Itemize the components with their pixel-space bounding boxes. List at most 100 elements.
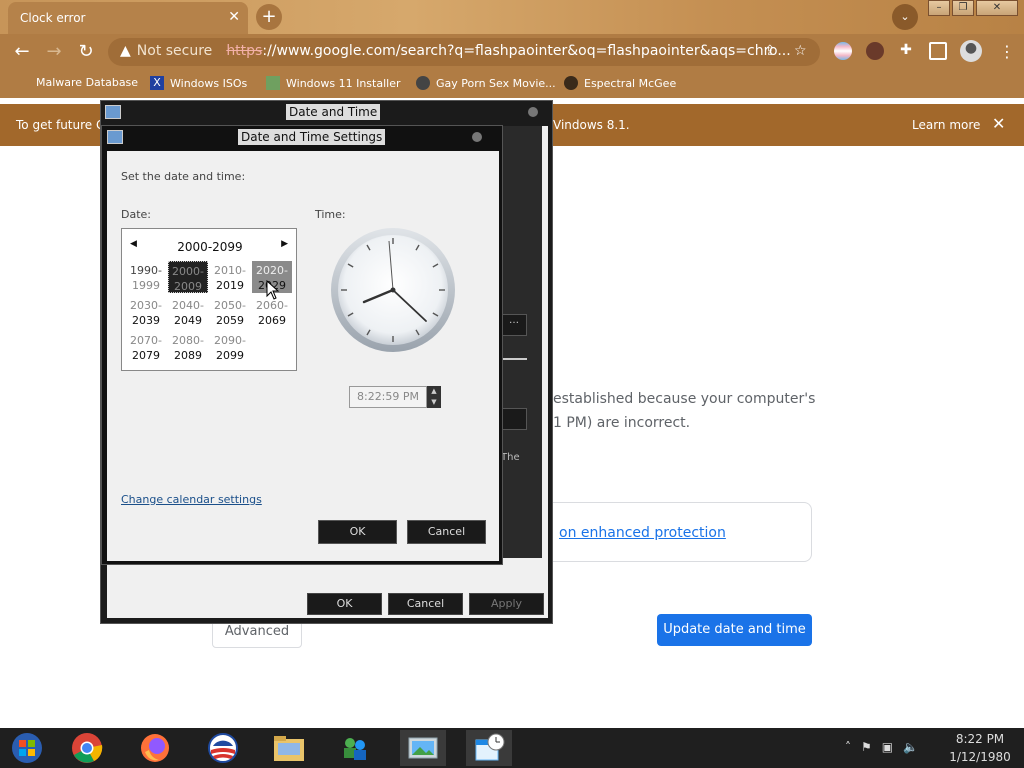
- action-center-flag-icon[interactable]: ⚑: [861, 740, 872, 754]
- show-hidden-icons-chevron-icon[interactable]: ˄: [845, 740, 851, 754]
- decade-end: 2069: [258, 314, 286, 327]
- reload-icon[interactable]: ↻: [74, 40, 98, 64]
- change-calendar-settings-link[interactable]: Change calendar settings: [121, 493, 262, 506]
- learn-more-link[interactable]: Learn more: [912, 118, 980, 132]
- outer-cancel-button[interactable]: Cancel: [388, 593, 463, 615]
- taskbar-date[interactable]: 1/12/1980: [944, 750, 1016, 764]
- decade-cell[interactable]: 2040- 2049: [168, 296, 208, 328]
- decade-start: 2060-: [256, 299, 288, 312]
- calendar-clock-icon[interactable]: [466, 730, 512, 766]
- date-time-settings-dialog: Date and Time Settings Set the date and …: [101, 125, 503, 565]
- volume-icon[interactable]: 🔈: [903, 740, 918, 754]
- browser-toolbar: ← → ↻ ▲ Not secure https://www.google.com/…: [0, 34, 1024, 70]
- network-people-icon[interactable]: [332, 730, 378, 766]
- error-text-line2: 1 PM) are incorrect.: [553, 415, 691, 431]
- profile-avatar-icon[interactable]: ●: [960, 40, 982, 62]
- file-explorer-icon[interactable]: [266, 730, 312, 766]
- decade-cell[interactable]: 2000- 2009: [168, 261, 208, 293]
- infobar-text: To get future G: [16, 118, 106, 132]
- time-input[interactable]: 8:22:59 PM: [349, 386, 427, 408]
- bookmark-espectral-mcgee[interactable]: Espectral McGee: [564, 76, 676, 90]
- decade-start: 1990-: [130, 264, 162, 277]
- decade-start: 2000-: [172, 265, 204, 278]
- minimize-button[interactable]: –: [928, 0, 950, 16]
- outer-apply-button[interactable]: Apply: [469, 593, 544, 615]
- error-text-line1: established because your computer's: [553, 391, 816, 407]
- ok-button[interactable]: OK: [318, 520, 397, 544]
- system-tray: ˄ ⚑ ▣ 🔈: [845, 740, 918, 754]
- chrome-icon[interactable]: [64, 730, 110, 766]
- decade-end: 2019: [216, 279, 244, 292]
- decade-cell[interactable]: 2090- 2099: [210, 331, 250, 363]
- extensions-puzzle-icon[interactable]: ✚: [897, 42, 915, 60]
- warning-icon[interactable]: ▲: [120, 43, 131, 59]
- decade-cell[interactable]: 2030- 2039: [126, 296, 166, 328]
- decade-end: 2009: [174, 280, 202, 293]
- tab-close-icon[interactable]: ✕: [228, 9, 240, 25]
- bookmarks-bar: Malware Database X Windows ISOs Windows 1…: [0, 70, 1024, 98]
- forward-icon[interactable]: →: [42, 40, 66, 64]
- bookmark-label: Windows ISOs: [170, 76, 248, 90]
- side-panel-icon[interactable]: [929, 42, 947, 60]
- not-secure-label[interactable]: Not secure: [137, 43, 213, 59]
- back-icon[interactable]: ←: [10, 40, 34, 64]
- obama-logo-icon[interactable]: [200, 730, 246, 766]
- update-date-time-button[interactable]: Update date and time: [657, 614, 812, 646]
- dialog-close-icon[interactable]: [472, 132, 482, 142]
- bookmark-gay-porn[interactable]: Gay Porn Sex Movie...: [416, 76, 556, 90]
- change-button-partial[interactable]: …: [501, 314, 527, 336]
- url-scheme: https: [226, 43, 263, 59]
- decade-end: 2089: [174, 349, 202, 362]
- trans-flag-extension-icon[interactable]: [834, 42, 852, 60]
- dialog-close-icon[interactable]: [528, 107, 538, 117]
- next-arrow-icon[interactable]: ▶: [281, 239, 288, 249]
- divider: [501, 358, 527, 360]
- tab-title: Clock error: [20, 11, 86, 25]
- dialog-title: Date and Time: [286, 104, 381, 120]
- profile-extension-icon[interactable]: [866, 42, 884, 60]
- decade-start: 2010-: [214, 264, 246, 277]
- calendar-header[interactable]: 2000-2099: [122, 240, 298, 254]
- time-spin-down-icon[interactable]: ▼: [427, 397, 441, 408]
- decade-cell[interactable]: 1990- 1999: [126, 261, 166, 293]
- decade-start: 2070-: [130, 334, 162, 347]
- dialog-text-fragment: The: [501, 452, 520, 463]
- bookmark-windows-11-installer[interactable]: Windows 11 Installer: [266, 76, 401, 90]
- outer-ok-button[interactable]: OK: [307, 593, 382, 615]
- decade-cell[interactable]: 2080- 2089: [168, 331, 208, 363]
- image-viewer-icon[interactable]: [400, 730, 446, 766]
- url-rest: ://www.google.com/search?q=flashpaointer…: [262, 43, 791, 59]
- decade-end: 2059: [216, 314, 244, 327]
- cancel-button[interactable]: Cancel: [407, 520, 486, 544]
- firefox-icon[interactable]: [132, 730, 178, 766]
- restore-button[interactable]: ❐: [952, 0, 974, 16]
- decade-start: 2080-: [172, 334, 204, 347]
- timezone-button-partial[interactable]: [501, 408, 527, 430]
- image-icon: [266, 76, 280, 90]
- tab-strip: Clock error ✕ + ⌄ – ❐ ✕: [0, 0, 1024, 34]
- network-icon[interactable]: ▣: [882, 740, 893, 754]
- new-tab-button[interactable]: +: [256, 4, 282, 30]
- taskbar-time[interactable]: 8:22 PM: [950, 732, 1010, 746]
- address-bar[interactable]: ▲ Not secure https://www.google.com/search…: [108, 38, 820, 66]
- enhanced-protection-link[interactable]: on enhanced protection: [559, 525, 726, 541]
- decade-cell[interactable]: 2070- 2079: [126, 331, 166, 363]
- time-spin-up-icon[interactable]: ▲: [427, 386, 441, 397]
- x-logo-icon: X: [150, 76, 164, 90]
- share-icon[interactable]: ⇪: [764, 43, 776, 59]
- tab-search-icon[interactable]: ⌄: [892, 4, 918, 30]
- windows-start-icon[interactable]: [4, 730, 50, 766]
- infobar-close-icon[interactable]: ✕: [992, 114, 1005, 133]
- dialog-app-icon: [105, 105, 121, 119]
- close-window-button[interactable]: ✕: [976, 0, 1018, 16]
- decade-cell[interactable]: 2050- 2059: [210, 296, 250, 328]
- bookmark-malware-database[interactable]: Malware Database: [36, 76, 138, 89]
- bookmark-star-icon[interactable]: ☆: [794, 43, 807, 59]
- tab-clock-error[interactable]: Clock error ✕: [8, 2, 248, 34]
- decade-end: 2079: [132, 349, 160, 362]
- decade-cell[interactable]: 2010- 2019: [210, 261, 250, 293]
- bookmark-windows-isos[interactable]: X Windows ISOs: [150, 76, 247, 90]
- menu-kebab-icon[interactable]: ⋮: [998, 42, 1016, 61]
- dialog-app-icon: [107, 130, 123, 144]
- decade-cell[interactable]: 2060- 2069: [252, 296, 292, 328]
